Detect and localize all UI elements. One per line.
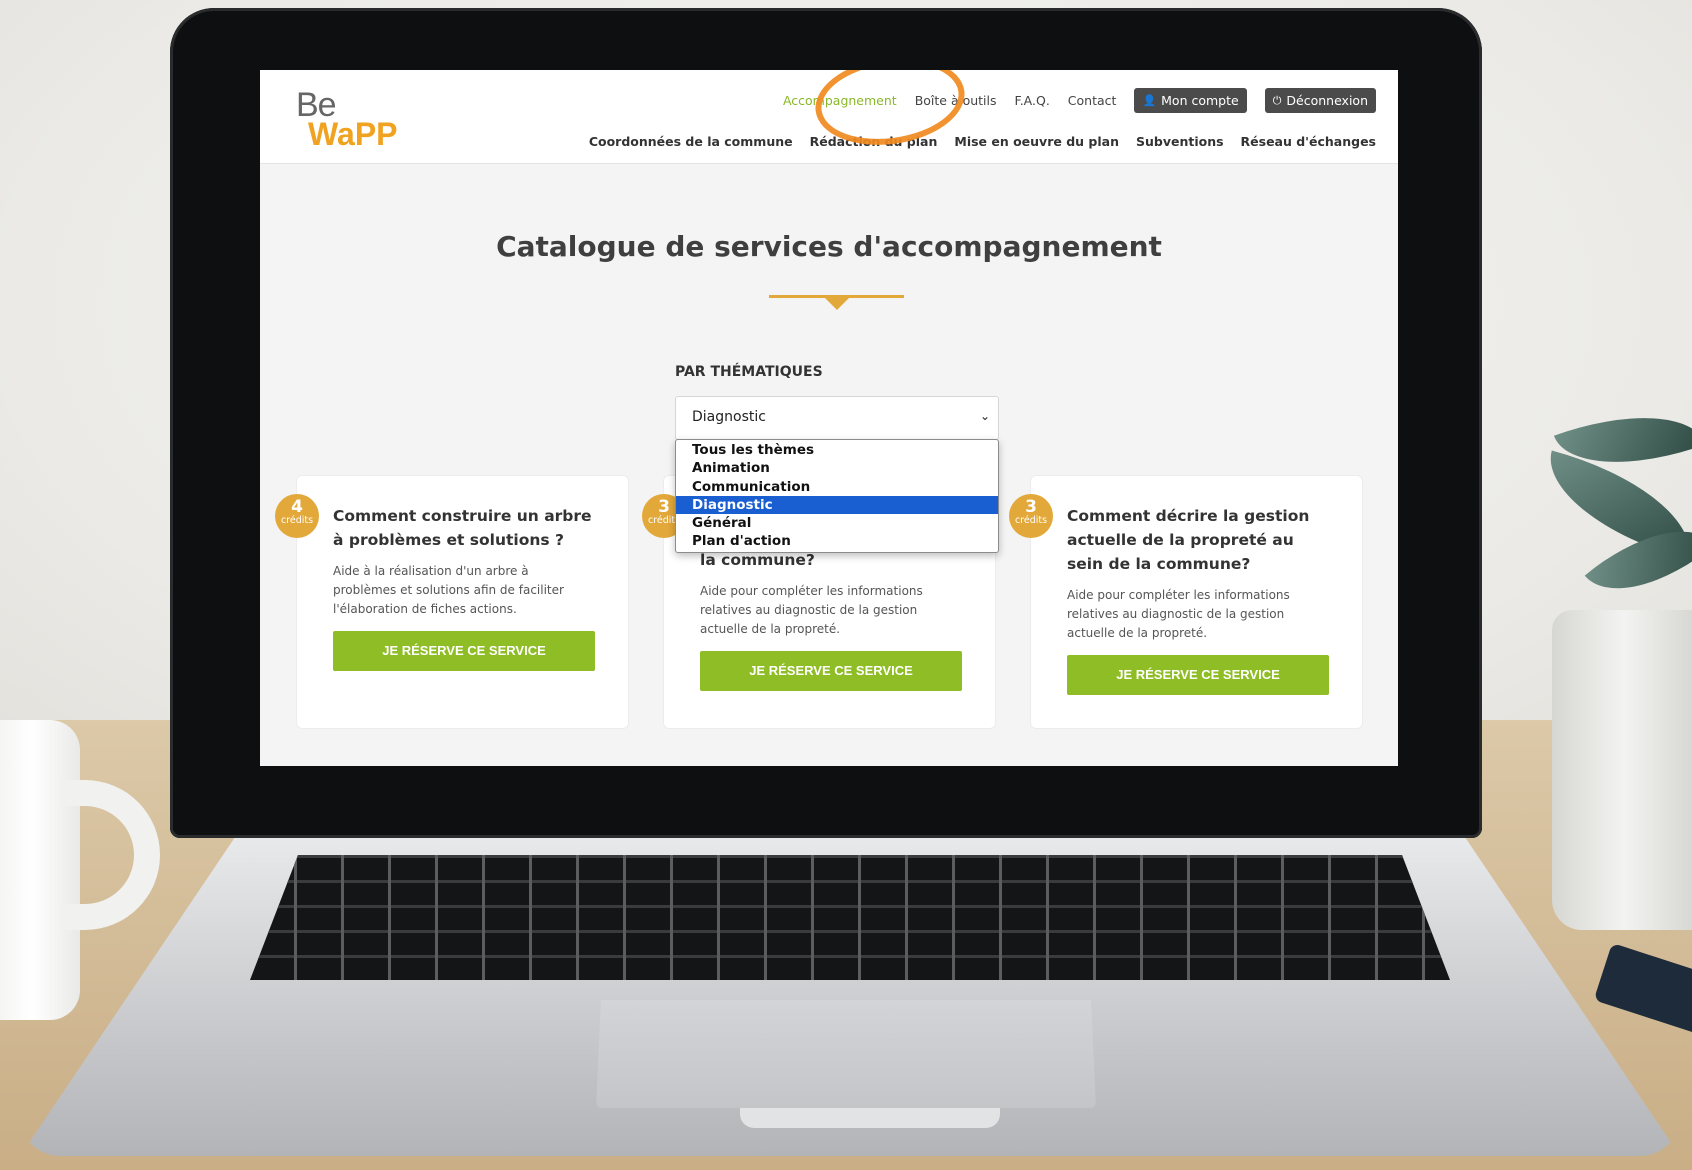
option-animation[interactable]: Animation: [676, 459, 998, 477]
user-icon: 👤: [1142, 94, 1157, 107]
mon-compte-button[interactable]: 👤 Mon compte: [1134, 88, 1247, 113]
deconnexion-button[interactable]: ⏻ Déconnexion: [1264, 88, 1376, 113]
deconnexion-label: Déconnexion: [1286, 93, 1368, 108]
option-plan-action[interactable]: Plan d'action: [676, 532, 998, 550]
credits-number: 4: [291, 497, 303, 517]
select-current-value: Diagnostic: [692, 409, 766, 425]
card-description: Aide pour compléter les informations rel…: [700, 584, 923, 636]
nav-faq[interactable]: F.A.Q.: [1015, 93, 1050, 108]
option-tous-les-themes[interactable]: Tous les thèmes: [676, 441, 998, 459]
thematique-select[interactable]: Diagnostic ⌄: [675, 396, 999, 440]
laptop-keyboard: [250, 855, 1450, 980]
bewapp-logo[interactable]: Be WaPP: [296, 88, 398, 150]
credits-badge: 4 crédits: [275, 494, 319, 538]
thematique-dropdown-list: Tous les thèmes Animation Communication …: [675, 439, 999, 553]
mon-compte-label: Mon compte: [1161, 93, 1239, 108]
page-title: Catalogue de services d'accompagnement: [496, 230, 1162, 263]
nav-mise-en-oeuvre[interactable]: Mise en oeuvre du plan: [954, 134, 1119, 149]
plant-pot: [1552, 610, 1692, 930]
logo-wapp-text: WaPP: [308, 116, 398, 152]
card-title: Comment construire un arbre à problèmes …: [333, 507, 592, 549]
website-screen: Be WaPP Accompagnement Boîte à outils F.…: [260, 70, 1398, 766]
power-icon: ⏻: [1272, 93, 1282, 107]
reserve-service-button[interactable]: JE RÉSERVE CE SERVICE: [700, 651, 962, 691]
service-card: 4 crédits Comment construire un arbre à …: [275, 475, 629, 729]
service-card: 3 crédits Comment décrire la gestion act…: [1009, 475, 1363, 729]
credits-unit: crédits: [1014, 515, 1048, 526]
credits-number: 3: [1025, 497, 1037, 517]
nav-subventions[interactable]: Subventions: [1136, 134, 1224, 149]
laptop-trackpad: [596, 1000, 1096, 1108]
filter-label: PAR THÉMATIQUES: [675, 364, 823, 380]
option-communication[interactable]: Communication: [676, 478, 998, 496]
laptop-lip: [740, 1108, 1000, 1128]
main-navigation: Coordonnées de la commune Rédaction du p…: [589, 134, 1376, 149]
credits-badge: 3 crédits: [1009, 494, 1053, 538]
site-header: Be WaPP Accompagnement Boîte à outils F.…: [260, 70, 1398, 164]
card-description: Aide à la réalisation d'un arbre à probl…: [333, 564, 564, 616]
nav-coordonnees[interactable]: Coordonnées de la commune: [589, 134, 793, 149]
nav-contact[interactable]: Contact: [1068, 93, 1117, 108]
option-diagnostic[interactable]: Diagnostic: [676, 495, 998, 515]
card-title: Comment décrire la gestion actuelle de l…: [1067, 507, 1310, 573]
title-arrow-icon: [825, 298, 849, 310]
reserve-service-button[interactable]: JE RÉSERVE CE SERVICE: [1067, 655, 1329, 695]
reserve-service-button[interactable]: JE RÉSERVE CE SERVICE: [333, 631, 595, 671]
nav-reseau-echanges[interactable]: Réseau d'échanges: [1241, 134, 1376, 149]
chevron-down-icon: ⌄: [979, 409, 990, 423]
card-description: Aide pour compléter les informations rel…: [1067, 588, 1290, 640]
option-general[interactable]: Général: [676, 514, 998, 532]
credits-unit: crédits: [280, 515, 314, 526]
